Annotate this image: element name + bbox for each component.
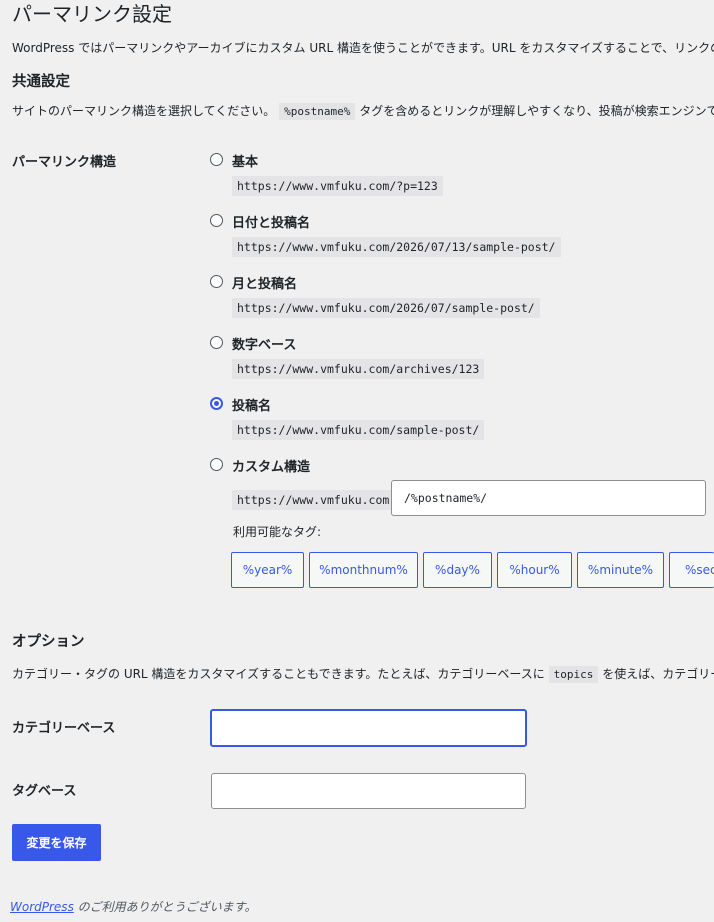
radio-month-name[interactable] xyxy=(210,275,223,288)
radio-numeric[interactable] xyxy=(210,336,223,349)
url-example-numeric: https://www.vmfuku.com/archives/123 xyxy=(232,359,485,379)
option-label-month-name: 月と投稿名 xyxy=(232,277,298,292)
radio-day-name[interactable] xyxy=(210,214,223,227)
option-label-day-name: 日付と投稿名 xyxy=(232,216,311,231)
tag-button-second[interactable]: %seco xyxy=(669,552,714,588)
custom-structure-prefix: https://www.vmfuku.com xyxy=(232,490,395,510)
radio-plain[interactable] xyxy=(210,153,223,166)
admin-footer: WordPress のご利用ありがとうございます。 xyxy=(10,898,256,915)
permalink-structure-label: パーマリンク構造 xyxy=(12,155,117,170)
url-example-plain: https://www.vmfuku.com/?p=123 xyxy=(232,176,443,196)
url-example-day-name: https://www.vmfuku.com/2026/07/13/sample… xyxy=(232,237,561,257)
common-settings-heading: 共通設定 xyxy=(12,74,70,90)
option-label-numeric: 数字ベース xyxy=(232,338,297,353)
tag-button-minute[interactable]: %minute% xyxy=(577,552,664,588)
tag-button-monthnum[interactable]: %monthnum% xyxy=(309,552,418,588)
common-desc-before: サイトのパーマリンク構造を選択してください。 xyxy=(12,104,276,118)
tag-base-label: タグベース xyxy=(12,784,77,799)
option-label-post-name: 投稿名 xyxy=(232,399,272,414)
tag-base-input[interactable] xyxy=(211,773,526,809)
available-tags-label: 利用可能なタグ: xyxy=(233,525,322,539)
tag-button-day[interactable]: %day% xyxy=(423,552,492,588)
common-settings-description: サイトのパーマリンク構造を選択してください。 %postname% タグを含める… xyxy=(12,102,714,120)
category-base-label: カテゴリーベース xyxy=(12,721,116,736)
option-label-plain: 基本 xyxy=(232,155,259,170)
url-example-post-name: https://www.vmfuku.com/sample-post/ xyxy=(232,420,485,440)
save-changes-button[interactable]: 変更を保存 xyxy=(12,824,101,861)
topics-code: topics xyxy=(548,666,599,683)
wordpress-link[interactable]: WordPress xyxy=(10,900,74,914)
postname-code: %postname% xyxy=(279,103,356,120)
common-desc-after: タグを含めるとリンクが理解しやすくなり、投稿が検索エンジンで上位 xyxy=(359,104,714,118)
page-title: パーマリンク設定 xyxy=(12,2,172,26)
category-base-input[interactable] xyxy=(210,709,527,747)
footer-thanks-text: のご利用ありがとうございます。 xyxy=(73,900,257,914)
custom-structure-input[interactable] xyxy=(391,480,706,516)
radio-post-name[interactable] xyxy=(210,397,223,410)
options-desc-after: を使えば、カテゴリーの xyxy=(602,667,714,681)
radio-custom-structure[interactable] xyxy=(210,458,223,471)
option-label-custom-structure: カスタム構造 xyxy=(232,460,311,475)
page-intro: WordPress ではパーマリンクやアーカイブにカスタム URL 構造を使うこ… xyxy=(12,41,714,55)
url-example-month-name: https://www.vmfuku.com/2026/07/sample-po… xyxy=(232,298,540,318)
options-desc-before: カテゴリー・タグの URL 構造をカスタマイズすることもできます。たとえば、カテ… xyxy=(12,667,545,681)
options-description: カテゴリー・タグの URL 構造をカスタマイズすることもできます。たとえば、カテ… xyxy=(12,665,714,683)
tag-button-year[interactable]: %year% xyxy=(231,552,304,588)
options-heading: オプション xyxy=(12,634,85,650)
tag-button-hour[interactable]: %hour% xyxy=(497,552,572,588)
